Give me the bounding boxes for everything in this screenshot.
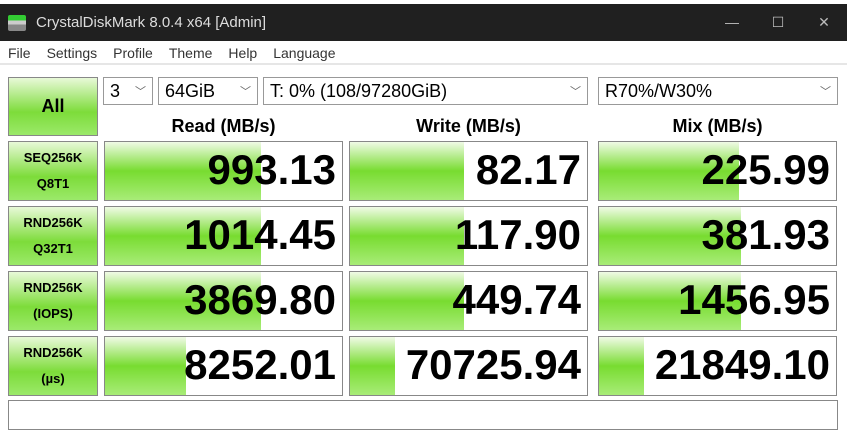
- drive-value: T: 0% (108/97280GiB): [270, 80, 448, 101]
- test-param: (µs): [41, 371, 65, 386]
- read-result-cell: 8252.01: [104, 336, 343, 396]
- read-header: Read (MB/s): [171, 116, 276, 136]
- read-result-cell: 1014.45: [104, 206, 343, 266]
- write-value: 117.90: [454, 211, 581, 258]
- size-value: 64GiB: [165, 80, 216, 101]
- test-param: Q8T1: [36, 176, 70, 191]
- test-button-row-2[interactable]: RND256K Q32T1: [8, 206, 98, 266]
- read-result-cell: 3869.80: [104, 271, 343, 331]
- test-name: SEQ256K: [23, 150, 83, 165]
- result-bar: [599, 337, 645, 395]
- app-icon: [8, 14, 26, 31]
- maximize-button[interactable]: ☐: [755, 4, 801, 41]
- drive-select[interactable]: T: 0% (108/97280GiB) ﹀: [263, 77, 588, 105]
- chevron-down-icon: ﹀: [135, 86, 146, 98]
- chevron-down-icon: ﹀: [570, 86, 581, 98]
- mix-result-cell: 21849.10: [598, 336, 837, 396]
- menu-help[interactable]: Help: [220, 41, 265, 63]
- test-name: RND256K: [23, 280, 83, 295]
- write-result-cell: 449.74: [349, 271, 588, 331]
- write-value: 449.74: [452, 276, 581, 323]
- chevron-down-icon: ﹀: [820, 86, 831, 98]
- read-value: 3869.80: [184, 276, 336, 323]
- read-result-cell: 993.13: [104, 141, 343, 201]
- write-value: 82.17: [475, 146, 581, 193]
- mix-result-cell: 381.93: [598, 206, 837, 266]
- test-param: (IOPS): [33, 306, 73, 321]
- result-bar: [350, 272, 464, 330]
- menu-language[interactable]: Language: [265, 41, 343, 63]
- mix-value: 1456.95: [678, 276, 830, 323]
- read-value: 993.13: [207, 146, 336, 193]
- mix-value: 381.93: [701, 211, 830, 258]
- result-bar: [350, 337, 396, 395]
- menu-profile[interactable]: Profile: [105, 41, 161, 63]
- test-button-row-4[interactable]: RND256K (µs): [8, 336, 98, 396]
- read-value: 1014.45: [184, 211, 336, 258]
- count-select[interactable]: 3 ﹀: [103, 77, 153, 105]
- result-bar: [350, 142, 464, 200]
- minimize-button[interactable]: —: [709, 4, 755, 41]
- test-name: RND256K: [23, 345, 83, 360]
- mix-value: R70%/W30%: [605, 80, 713, 101]
- mix-result-cell: 225.99: [598, 141, 837, 201]
- menu-theme[interactable]: Theme: [161, 41, 221, 63]
- menu-settings[interactable]: Settings: [39, 41, 106, 63]
- menu-bar: File Settings Profile Theme Help Languag…: [0, 41, 847, 65]
- test-name: RND256K: [23, 215, 83, 230]
- result-bar: [350, 207, 464, 265]
- size-select[interactable]: 64GiB ﹀: [158, 77, 258, 105]
- chevron-down-icon: ﹀: [240, 86, 251, 98]
- count-value: 3: [110, 80, 121, 101]
- status-bar: [8, 400, 838, 430]
- write-result-cell: 117.90: [349, 206, 588, 266]
- write-value: 70725.94: [405, 341, 581, 388]
- title-bar: CrystalDiskMark 8.0.4 x64 [Admin] — ☐ ✕: [0, 4, 847, 41]
- close-button[interactable]: ✕: [801, 4, 847, 41]
- result-bar: [105, 337, 186, 395]
- mix-select[interactable]: R70%/W30% ﹀: [598, 77, 838, 105]
- write-result-cell: 70725.94: [349, 336, 588, 396]
- mix-value: 225.99: [701, 146, 830, 193]
- window-title: CrystalDiskMark 8.0.4 x64 [Admin]: [36, 14, 267, 31]
- test-param: Q32T1: [33, 241, 73, 256]
- all-button[interactable]: All: [8, 77, 98, 136]
- write-result-cell: 82.17: [349, 141, 588, 201]
- menu-file[interactable]: File: [0, 41, 39, 63]
- read-value: 8252.01: [184, 341, 336, 388]
- mix-value: 21849.10: [654, 341, 830, 388]
- write-header: Write (MB/s): [416, 116, 521, 136]
- test-button-row-1[interactable]: SEQ256K Q8T1: [8, 141, 98, 201]
- test-button-row-3[interactable]: RND256K (IOPS): [8, 271, 98, 331]
- mix-result-cell: 1456.95: [598, 271, 837, 331]
- main-panel: All 3 ﹀ 64GiB ﹀ T: 0% (108/97280GiB) ﹀ R70%…: [0, 66, 847, 440]
- mix-header: Mix (MB/s): [672, 116, 763, 136]
